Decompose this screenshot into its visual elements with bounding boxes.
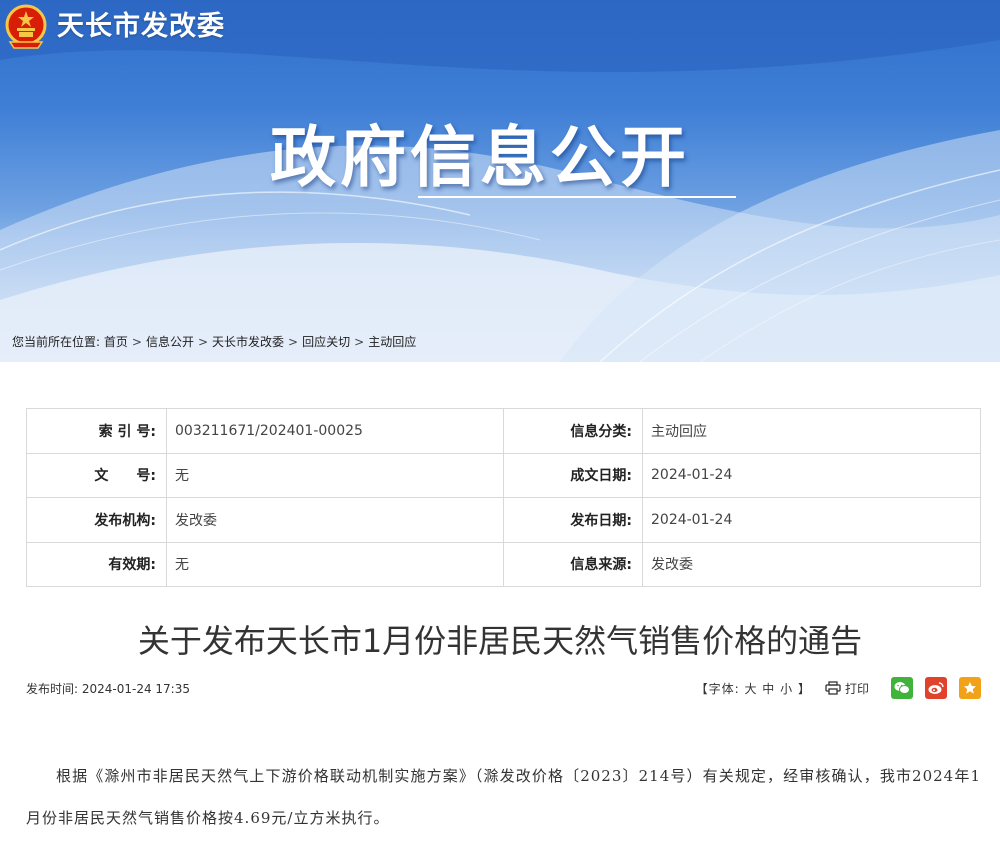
article-meta-row: 发布时间: 2024-01-24 17:35 【字体: 大 中 小 】 打印 xyxy=(26,676,981,700)
breadcrumb-item-info[interactable]: 信息公开 xyxy=(146,335,194,349)
font-size-prefix: 【字体: xyxy=(695,681,740,696)
document-number-label: 文 号: xyxy=(26,452,167,498)
article-tools: 【字体: 大 中 小 】 打印 xyxy=(696,676,981,700)
banner-title-underline xyxy=(418,196,736,198)
validity-value: 无 xyxy=(166,541,504,587)
index-number-value: 003211671/202401-00025 xyxy=(166,408,504,454)
publish-date-value: 2024-01-24 xyxy=(642,497,981,543)
wechat-icon xyxy=(894,682,910,694)
publisher-label: 发布机构: xyxy=(26,497,167,543)
created-date-label: 成文日期: xyxy=(503,452,643,498)
breadcrumb-separator: > xyxy=(354,335,365,349)
category-value: 主动回应 xyxy=(642,408,981,454)
share-wechat-button[interactable] xyxy=(891,677,913,699)
breadcrumb: 您当前所在位置: 首页 > 信息公开 > 天长市发改委 > 回应关切 > 主动回应 xyxy=(12,333,416,351)
printer-icon xyxy=(825,681,841,695)
table-row: 索 引 号: 003211671/202401-00025 信息分类: 主动回应 xyxy=(26,408,981,454)
category-label: 信息分类: xyxy=(503,408,643,454)
article-title: 关于发布天长市1月份非居民天然气销售价格的通告 xyxy=(137,622,863,660)
publish-time: 发布时间: 2024-01-24 17:35 xyxy=(26,682,190,696)
table-row: 发布机构: 发改委 发布日期: 2024-01-24 xyxy=(26,497,981,543)
breadcrumb-separator: > xyxy=(197,335,209,349)
font-size-small-button[interactable]: 小 xyxy=(780,682,793,696)
table-row: 文 号: 无 成文日期: 2024-01-24 xyxy=(26,452,981,498)
print-button[interactable]: 打印 xyxy=(825,680,869,697)
created-date-value: 2024-01-24 xyxy=(642,452,981,498)
font-size-control: 【字体: 大 中 小 】 xyxy=(696,680,811,697)
breadcrumb-item-response[interactable]: 回应关切 xyxy=(302,335,350,349)
share-weibo-button[interactable] xyxy=(925,677,947,699)
source-value: 发改委 xyxy=(642,541,981,587)
publisher-value: 发改委 xyxy=(166,497,504,543)
source-label: 信息来源: xyxy=(503,541,643,587)
breadcrumb-item-department[interactable]: 天长市发改委 xyxy=(212,335,284,349)
banner-title: 政府信息公开 xyxy=(270,119,690,196)
article-body-paragraph: 根据《滁州市非居民天然气上下游价格联动机制实施方案》（滁发改价格〔2023〕21… xyxy=(26,767,981,827)
font-size-suffix: 】 xyxy=(797,681,811,696)
weibo-icon xyxy=(928,682,944,694)
breadcrumb-separator: > xyxy=(131,335,142,349)
table-row: 有效期: 无 信息来源: 发改委 xyxy=(26,541,981,587)
breadcrumb-item-current[interactable]: 主动回应 xyxy=(368,335,416,349)
breadcrumb-item-home[interactable]: 首页 xyxy=(104,335,128,349)
national-emblem-icon xyxy=(5,4,47,49)
print-label: 打印 xyxy=(844,681,869,696)
add-favorite-button[interactable] xyxy=(959,677,981,699)
breadcrumb-separator: > xyxy=(288,335,299,349)
index-number-label: 索 引 号: xyxy=(26,408,167,454)
star-icon xyxy=(964,682,976,694)
document-info-table: 索 引 号: 003211671/202401-00025 信息分类: 主动回应… xyxy=(26,408,981,587)
validity-label: 有效期: xyxy=(26,541,167,587)
breadcrumb-prefix: 您当前所在位置: xyxy=(12,335,101,349)
font-size-medium-button[interactable]: 中 xyxy=(762,682,775,696)
site-name[interactable]: 天长市发改委 xyxy=(57,8,225,46)
header-banner: 天长市发改委 政府信息公开 您当前所在位置: 首页 > 信息公开 > 天长市发改委 > 回应… xyxy=(0,0,1000,362)
font-size-large-button[interactable]: 大 xyxy=(744,682,757,696)
publish-date-label: 发布日期: xyxy=(503,497,643,543)
document-number-value: 无 xyxy=(166,452,504,498)
